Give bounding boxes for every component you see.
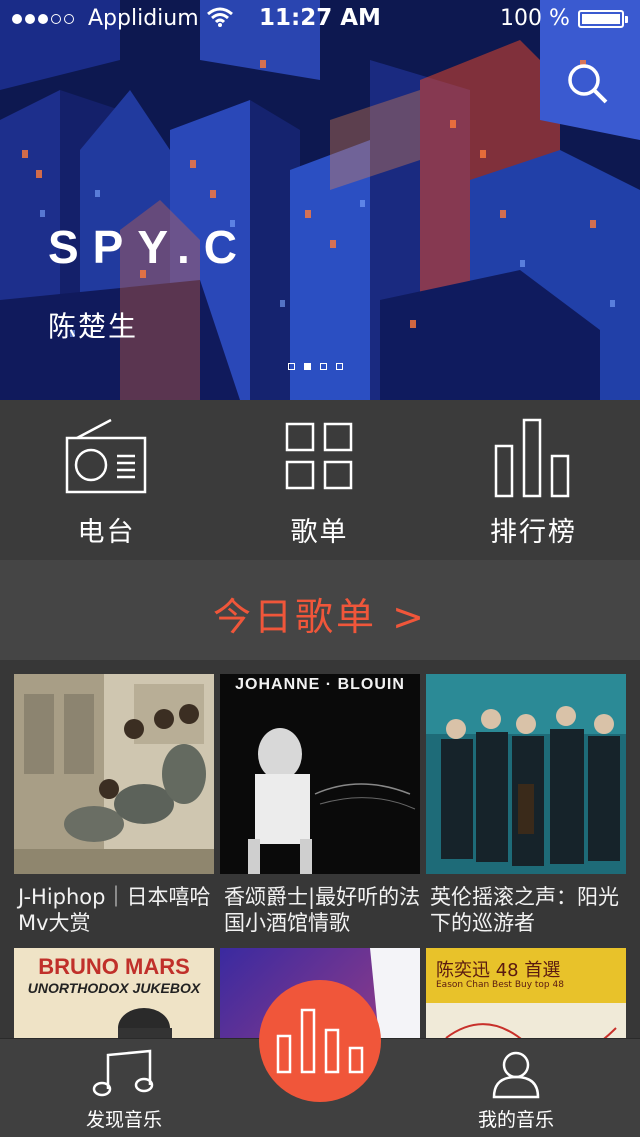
category-label: 排行榜	[490, 517, 577, 548]
page-dot[interactable]	[336, 363, 343, 370]
battery-icon	[578, 10, 628, 28]
user-icon	[492, 1051, 540, 1099]
playlist-cover: 陈奕迅 48 首選 Eason Chan Best Buy top 48	[426, 948, 626, 1050]
tab-my-music[interactable]: 我的音乐	[416, 1039, 616, 1137]
grid-icon	[285, 422, 352, 490]
equalizer-icon	[276, 1008, 364, 1074]
hero-page-indicator[interactable]	[288, 363, 343, 370]
tab-label: 发现音乐	[85, 1109, 162, 1131]
playlist-caption: J-Hiphop｜日本嘻哈Mv大赏	[18, 885, 211, 935]
search-button[interactable]	[564, 62, 610, 106]
category-row: 电台 歌单 排行榜	[0, 400, 640, 560]
playlist-card[interactable]: 英伦摇滚之声：阳光下的巡游者	[426, 674, 626, 935]
today-playlist-label: 今日歌单 >	[213, 595, 427, 639]
playlist-caption: 香颂爵士|最好听的法国小酒馆情歌	[224, 885, 421, 935]
playlist-card[interactable]: J-Hiphop｜日本嘻哈Mv大赏	[14, 674, 214, 935]
category-playlists[interactable]: 歌单	[213, 400, 426, 560]
playlist-card[interactable]: JOHANNE · BLOUIN 香颂爵士|最好听的法国小酒馆情歌	[220, 674, 420, 935]
radio-icon	[65, 418, 146, 494]
battery-percent: 100 %	[500, 6, 570, 31]
playlist-caption: 英伦摇滚之声：阳光下的巡游者	[430, 885, 619, 935]
page-dot[interactable]	[288, 363, 295, 370]
category-charts[interactable]: 排行榜	[427, 400, 640, 560]
page-dot-active[interactable]	[304, 363, 311, 370]
category-label: 歌单	[290, 517, 349, 548]
category-label: 电台	[77, 517, 136, 548]
search-icon	[568, 64, 608, 104]
playlist-cover: BRUNO MARS UNORTHODOX JUKEBOX	[14, 948, 214, 1050]
playlist-cover	[14, 674, 214, 874]
page-dot[interactable]	[320, 363, 327, 370]
playlist-card[interactable]: 陈奕迅 48 首選 Eason Chan Best Buy top 48	[426, 948, 626, 1050]
playlist-cover	[426, 674, 626, 874]
category-radio[interactable]: 电台	[0, 400, 213, 560]
hero-banner[interactable]: Applidium 11:27 AM 100 % SPY.C 陈楚生	[0, 0, 640, 400]
chart-bars-icon	[494, 418, 569, 498]
playlist-cover: JOHANNE · BLOUIN	[220, 674, 420, 874]
playlist-card[interactable]: BRUNO MARS UNORTHODOX JUKEBOX	[14, 948, 214, 1050]
status-bar: Applidium 11:27 AM 100 %	[0, 0, 640, 40]
hero-title: SPY.C	[48, 221, 251, 273]
music-note-icon	[92, 1049, 154, 1097]
tab-discover-music[interactable]: 发现音乐	[24, 1039, 224, 1137]
tab-label: 我的音乐	[477, 1109, 554, 1131]
hero-subtitle: 陈楚生	[48, 310, 139, 343]
now-playing-button[interactable]	[259, 980, 381, 1102]
today-playlist-link[interactable]: 今日歌单 >	[0, 560, 640, 660]
